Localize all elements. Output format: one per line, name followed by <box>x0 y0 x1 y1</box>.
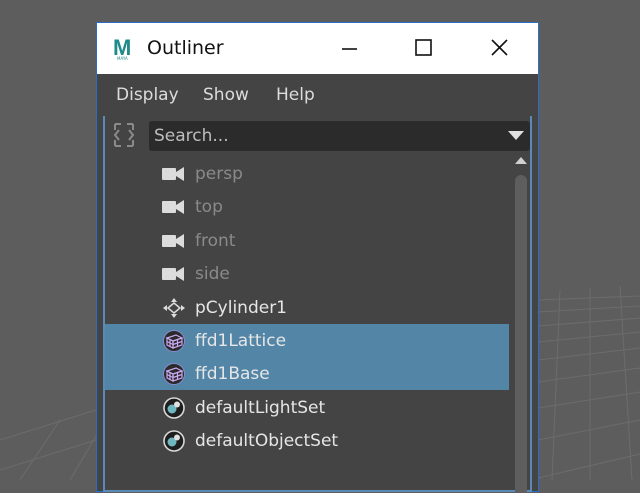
outliner-item[interactable]: defaultObjectSet <box>105 424 509 457</box>
maximize-icon <box>415 39 432 56</box>
close-button[interactable] <box>476 23 522 74</box>
outliner-item[interactable]: persp <box>105 157 509 190</box>
menu-help[interactable]: Help <box>276 84 315 106</box>
outliner-item-label: ffd1Base <box>195 364 270 384</box>
svg-text:MAYA: MAYA <box>117 56 128 61</box>
outliner-item-label: ffd1Lattice <box>195 331 287 351</box>
outliner-window: M MAYA Outliner Display Show Help Search… <box>96 22 539 493</box>
outliner-item[interactable]: ffd1Lattice <box>105 324 509 357</box>
minimize-button[interactable] <box>326 23 372 74</box>
outliner-list: persp top front side pCylinder1 ffd1Lattice ff… <box>105 157 509 493</box>
set-icon <box>163 397 185 419</box>
scroll-up-icon <box>515 157 527 164</box>
maya-app-icon: M MAYA <box>111 35 137 61</box>
chevron-down-icon[interactable] <box>508 131 524 141</box>
outliner-item[interactable]: front <box>105 224 509 257</box>
outliner-item-label: pCylinder1 <box>195 298 287 318</box>
camera-icon <box>162 234 184 248</box>
outliner-item[interactable]: pCylinder1 <box>105 291 509 324</box>
filter-toggle-icon[interactable] <box>113 122 135 148</box>
outliner-item[interactable]: defaultLightSet <box>105 391 509 424</box>
outliner-item[interactable]: side <box>105 257 509 290</box>
transform-icon <box>163 298 185 318</box>
outliner-item[interactable]: ffd1Base <box>105 357 509 390</box>
search-field <box>149 121 530 151</box>
window-title: Outliner <box>147 37 224 59</box>
search-input[interactable] <box>154 121 494 151</box>
maximize-button[interactable] <box>400 23 446 74</box>
outliner-item-label: top <box>195 197 223 217</box>
camera-icon <box>162 167 184 181</box>
vertical-scrollbar[interactable] <box>509 153 533 493</box>
outliner-item-label: side <box>195 264 230 284</box>
camera-icon <box>162 200 184 214</box>
outliner-item[interactable]: top <box>105 190 509 223</box>
menu-show[interactable]: Show <box>203 84 249 106</box>
camera-icon <box>162 267 184 281</box>
outliner-item-label: defaultLightSet <box>195 398 326 418</box>
menu-bar: Display Show Help <box>97 74 538 116</box>
scroll-thumb <box>515 175 527 493</box>
minimize-icon <box>342 48 357 50</box>
lattice-icon <box>163 363 185 385</box>
set-icon <box>163 430 185 452</box>
menu-display[interactable]: Display <box>116 84 179 106</box>
title-bar[interactable]: M MAYA Outliner <box>97 23 538 74</box>
close-icon <box>491 39 508 56</box>
lattice-icon <box>163 330 185 352</box>
outliner-item-label: persp <box>195 164 243 184</box>
outliner-item-label: front <box>195 231 236 251</box>
outliner-item-label: defaultObjectSet <box>195 431 339 451</box>
